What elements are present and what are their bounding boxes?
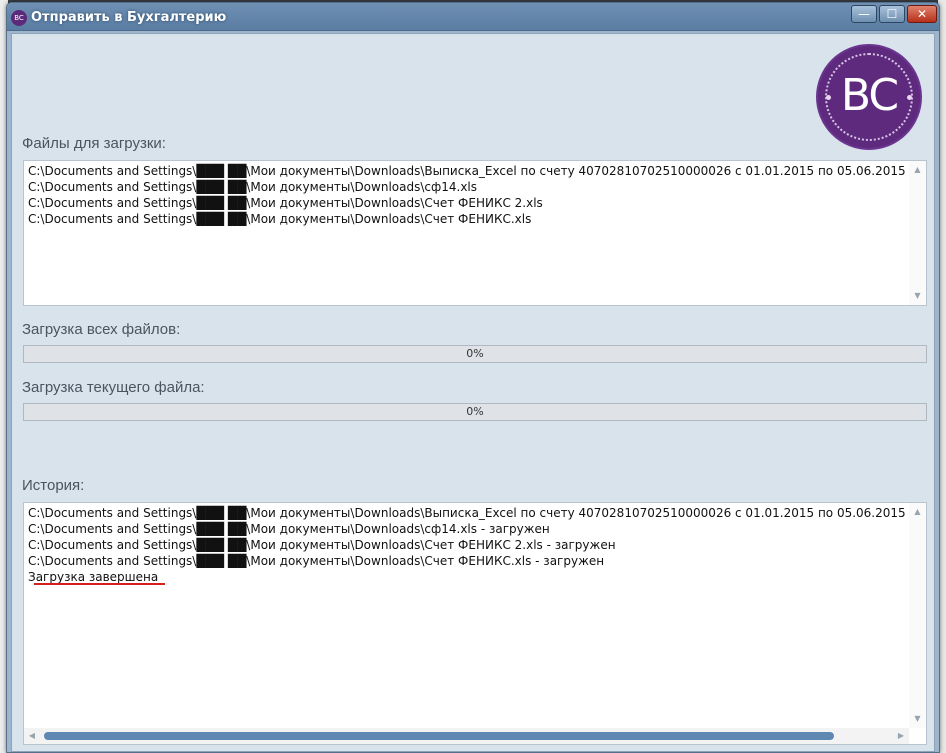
file-list-item[interactable]: C:\Documents and Settings\███ ██\Мои док… (28, 211, 906, 227)
scroll-left-icon[interactable]: ◀ (24, 730, 40, 742)
scroll-up-icon[interactable]: ▲ (909, 164, 926, 176)
files-list-items: C:\Documents and Settings\███ ██\Мои док… (28, 163, 906, 227)
progress-all-label: Загрузка всех файлов: (22, 321, 181, 338)
file-list-item[interactable]: C:\Documents and Settings\███ ██\Мои док… (28, 195, 906, 211)
files-vertical-scrollbar[interactable]: ▲ ▼ (909, 161, 926, 305)
history-horizontal-scrollbar[interactable]: ◀ ▶ (24, 728, 909, 744)
file-list-item[interactable]: C:\Documents and Settings\███ ██\Мои док… (28, 179, 906, 195)
scroll-down-icon[interactable]: ▼ (909, 713, 926, 725)
dialog-body: BC Файлы для загрузки: C:\Documents and … (11, 33, 935, 752)
progress-current-bar: 0% (23, 403, 927, 421)
scroll-up-icon[interactable]: ▲ (909, 506, 926, 518)
history-list[interactable]: C:\Documents and Settings\███ ██\Мои док… (23, 502, 927, 745)
minimize-button[interactable]: — (851, 5, 877, 23)
progress-all-bar: 0% (23, 345, 927, 363)
history-list-item[interactable]: C:\Documents and Settings\███ ██\Мои док… (28, 505, 906, 521)
scroll-right-icon[interactable]: ▶ (893, 730, 909, 742)
completion-underline (34, 583, 165, 585)
close-button[interactable]: ✕ (907, 5, 937, 23)
bc-logo: BC (816, 44, 922, 150)
history-list-item[interactable]: C:\Documents and Settings\███ ██\Мои док… (28, 553, 906, 569)
files-label: Файлы для загрузки: (22, 135, 166, 152)
file-list-item[interactable]: C:\Documents and Settings\███ ██\Мои док… (28, 163, 906, 179)
window-title: Отправить в Бухгалтерию (31, 10, 227, 25)
app-icon: BC (11, 10, 27, 26)
logo-text: BC (840, 70, 899, 121)
upload-dialog: BC Отправить в Бухгалтерию — ☐ ✕ BC Файл… (6, 2, 940, 753)
scroll-down-icon[interactable]: ▼ (909, 290, 926, 302)
history-vertical-scrollbar[interactable]: ▲ ▼ (909, 503, 926, 728)
progress-current-text: 0% (466, 405, 484, 418)
history-label: История: (22, 477, 85, 494)
progress-all-text: 0% (466, 347, 484, 360)
maximize-button[interactable]: ☐ (879, 5, 905, 23)
history-list-items: C:\Documents and Settings\███ ██\Мои док… (28, 505, 906, 585)
files-list[interactable]: C:\Documents and Settings\███ ██\Мои док… (23, 160, 927, 306)
progress-current-label: Загрузка текущего файла: (22, 379, 205, 396)
history-list-item[interactable]: C:\Documents and Settings\███ ██\Мои док… (28, 537, 906, 553)
title-bar[interactable]: BC Отправить в Бухгалтерию — ☐ ✕ (7, 3, 939, 31)
horizontal-scroll-thumb[interactable] (44, 732, 834, 740)
history-list-item[interactable]: C:\Documents and Settings\███ ██\Мои док… (28, 521, 906, 537)
